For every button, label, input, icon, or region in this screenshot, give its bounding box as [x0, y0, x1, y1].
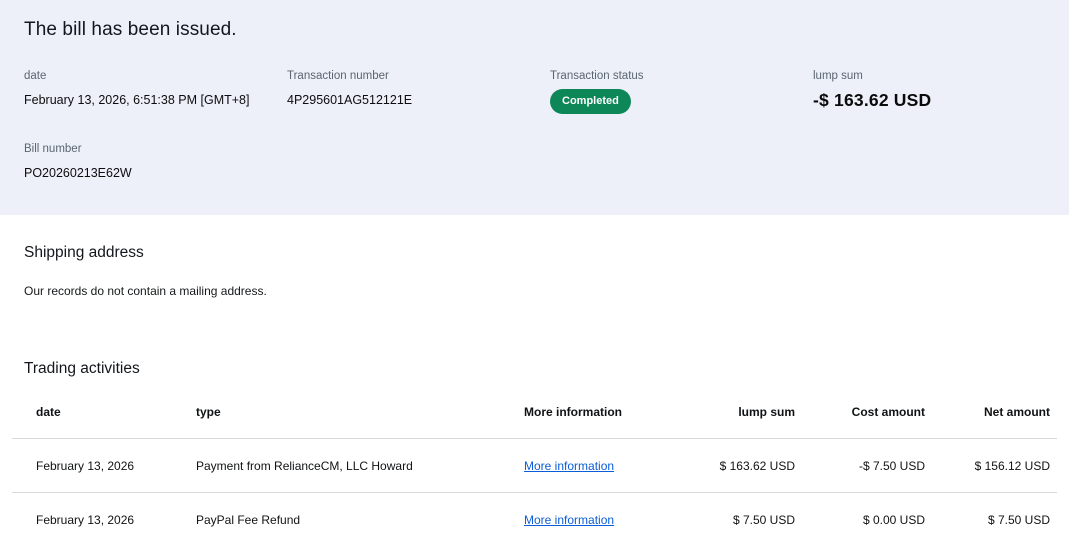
summary-fields-row-2: Bill number PO20260213E62W — [24, 143, 1045, 180]
lump-sum-value: -$ 163.62 USD — [813, 90, 1045, 111]
shipping-address-section: Shipping address Our records do not cont… — [0, 244, 1069, 298]
bill-number-label: Bill number — [24, 143, 287, 155]
bill-number-value: PO20260213E62W — [24, 166, 287, 180]
trading-activities-heading: Trading activities — [12, 360, 1057, 378]
column-header-lump-sum: lump sum — [664, 405, 795, 419]
column-header-type: type — [196, 405, 524, 419]
row-cost-amount: $ 0.00 USD — [795, 513, 925, 527]
summary-field-transaction-status: Transaction status Completed — [550, 70, 813, 114]
page-title: The bill has been issued. — [24, 19, 1045, 41]
transaction-status-label: Transaction status — [550, 70, 813, 82]
row-net-amount: $ 7.50 USD — [925, 513, 1050, 527]
summary-field-date: date February 13, 2026, 6:51:38 PM [GMT+… — [24, 70, 287, 114]
column-header-cost-amount: Cost amount — [795, 405, 925, 419]
table-header-row: date type More information lump sum Cost… — [12, 378, 1057, 439]
more-information-link[interactable]: More information — [524, 459, 614, 473]
table-row: February 13, 2026 PayPal Fee Refund More… — [12, 493, 1057, 547]
trading-activities-section: Trading activities date type More inform… — [0, 360, 1069, 547]
row-cost-amount: -$ 7.50 USD — [795, 459, 925, 473]
row-date: February 13, 2026 — [36, 459, 196, 473]
row-lump-sum: $ 7.50 USD — [664, 513, 795, 527]
trading-activities-table: date type More information lump sum Cost… — [12, 378, 1057, 547]
date-value: February 13, 2026, 6:51:38 PM [GMT+8] — [24, 93, 287, 107]
bill-summary-header: The bill has been issued. date February … — [0, 0, 1069, 215]
shipping-address-message: Our records do not contain a mailing add… — [24, 284, 1045, 298]
summary-fields-row-1: date February 13, 2026, 6:51:38 PM [GMT+… — [24, 70, 1045, 114]
row-net-amount: $ 156.12 USD — [925, 459, 1050, 473]
column-header-more-information: More information — [524, 405, 664, 419]
row-type: PayPal Fee Refund — [196, 513, 524, 527]
date-label: date — [24, 70, 287, 82]
shipping-address-heading: Shipping address — [24, 244, 1045, 262]
column-header-date: date — [36, 405, 196, 419]
more-information-link[interactable]: More information — [524, 513, 614, 527]
transaction-number-value: 4P295601AG512121E — [287, 93, 550, 107]
summary-field-transaction-number: Transaction number 4P295601AG512121E — [287, 70, 550, 114]
status-badge: Completed — [550, 89, 631, 114]
table-row: February 13, 2026 Payment from RelianceC… — [12, 439, 1057, 493]
summary-field-bill-number: Bill number PO20260213E62W — [24, 143, 287, 180]
summary-field-lump-sum: lump sum -$ 163.62 USD — [813, 70, 1045, 114]
row-lump-sum: $ 163.62 USD — [664, 459, 795, 473]
transaction-number-label: Transaction number — [287, 70, 550, 82]
row-date: February 13, 2026 — [36, 513, 196, 527]
column-header-net-amount: Net amount — [925, 405, 1050, 419]
row-type: Payment from RelianceCM, LLC Howard — [196, 459, 524, 473]
lump-sum-label: lump sum — [813, 70, 1045, 82]
